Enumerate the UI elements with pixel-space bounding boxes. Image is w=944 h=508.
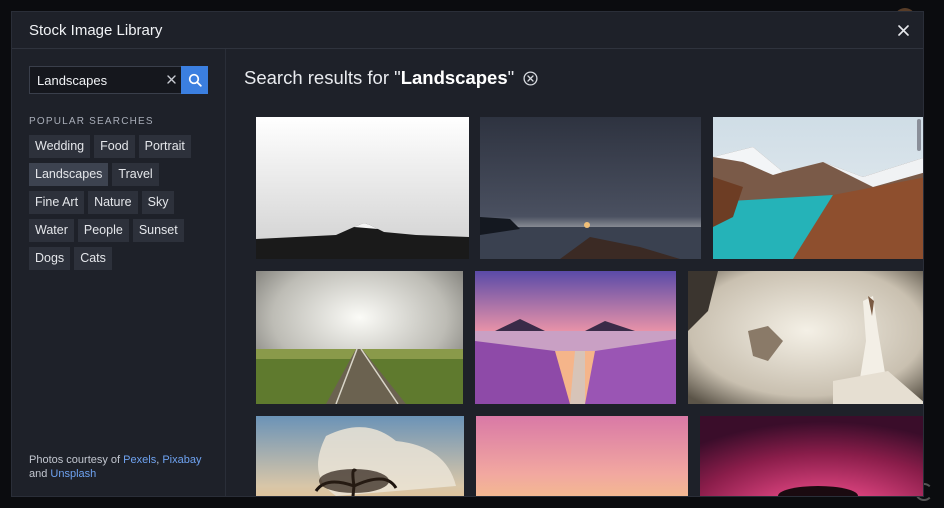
night-lake-photo bbox=[480, 117, 701, 259]
close-button[interactable] bbox=[893, 20, 913, 40]
mountain-bw-photo bbox=[256, 117, 469, 259]
tag-row: Fine Art Nature Sky bbox=[29, 191, 214, 214]
image-thumbnail[interactable] bbox=[475, 271, 676, 404]
image-thumbnail[interactable] bbox=[480, 117, 701, 259]
circle-x-icon bbox=[523, 70, 538, 86]
tag-sunset[interactable]: Sunset bbox=[132, 219, 184, 242]
results-query: Landscapes bbox=[400, 67, 508, 88]
tag-landscapes[interactable]: Landscapes bbox=[29, 163, 109, 186]
search-button[interactable] bbox=[181, 66, 208, 94]
tag-food[interactable]: Food bbox=[94, 135, 135, 158]
tag-fine-art[interactable]: Fine Art bbox=[29, 191, 85, 214]
popular-searches-heading: POPULAR SEARCHES bbox=[29, 116, 154, 127]
tag-row: Water People Sunset bbox=[29, 219, 214, 242]
tag-row: Wedding Food Portrait bbox=[29, 135, 214, 158]
stock-image-library-modal: Stock Image Library POPULAR SEARCHES bbox=[12, 12, 923, 496]
pexels-link[interactable]: Pexels bbox=[123, 454, 156, 466]
results-heading: Search results for " Landscapes " bbox=[244, 67, 538, 89]
tag-row: Dogs Cats bbox=[29, 247, 214, 270]
tag-portrait[interactable]: Portrait bbox=[138, 135, 191, 158]
results-panel: Search results for " Landscapes " bbox=[226, 49, 923, 496]
tag-nature[interactable]: Nature bbox=[88, 191, 138, 214]
tag-water[interactable]: Water bbox=[29, 219, 74, 242]
tag-dogs[interactable]: Dogs bbox=[29, 247, 71, 270]
tree-sunset-photo bbox=[256, 416, 464, 496]
image-thumbnail[interactable] bbox=[256, 271, 463, 404]
search-box bbox=[29, 66, 182, 94]
image-thumbnail[interactable] bbox=[713, 117, 923, 259]
sidebar: POPULAR SEARCHES Wedding Food Portrait L… bbox=[12, 49, 226, 496]
results-suffix: " bbox=[507, 67, 515, 88]
tag-travel[interactable]: Travel bbox=[112, 163, 159, 186]
pixabay-link[interactable]: Pixabay bbox=[162, 454, 201, 466]
results-scrollbar[interactable] bbox=[917, 119, 921, 151]
modal-header: Stock Image Library bbox=[12, 12, 923, 49]
red-sky-tree-photo bbox=[700, 416, 923, 496]
lavender-lake-photo bbox=[475, 271, 676, 404]
tag-cats[interactable]: Cats bbox=[74, 247, 112, 270]
railroad-photo bbox=[256, 271, 463, 404]
popular-tags: Wedding Food Portrait Landscapes Travel … bbox=[29, 135, 214, 275]
image-thumbnail[interactable] bbox=[476, 416, 688, 496]
image-thumbnail[interactable] bbox=[256, 117, 469, 259]
image-thumbnail[interactable] bbox=[688, 271, 923, 404]
photo-credits: Photos courtesy of Pexels, Pixabay and U… bbox=[29, 453, 201, 481]
clear-icon bbox=[166, 74, 176, 84]
clear-input-button[interactable] bbox=[164, 72, 178, 86]
search-input[interactable] bbox=[37, 72, 155, 88]
tag-people[interactable]: People bbox=[77, 219, 129, 242]
search-icon bbox=[188, 73, 202, 87]
clear-search-button[interactable] bbox=[523, 70, 538, 86]
image-thumbnail[interactable] bbox=[700, 416, 923, 496]
tag-wedding[interactable]: Wedding bbox=[29, 135, 91, 158]
image-thumbnail[interactable] bbox=[256, 416, 464, 496]
unsplash-link[interactable]: Unsplash bbox=[50, 468, 96, 480]
credits-prefix: Photos courtesy of bbox=[29, 454, 124, 466]
turquoise-lake-photo bbox=[713, 117, 923, 259]
modal-title: Stock Image Library bbox=[29, 21, 163, 39]
tag-row: Landscapes Travel bbox=[29, 163, 214, 186]
pastel-sunset-photo bbox=[476, 416, 688, 496]
tag-sky[interactable]: Sky bbox=[141, 191, 175, 214]
close-icon bbox=[897, 24, 909, 36]
fantasy-clouds-photo bbox=[688, 271, 923, 404]
results-prefix: Search results for " bbox=[244, 67, 401, 88]
credits-and: and bbox=[29, 468, 51, 480]
